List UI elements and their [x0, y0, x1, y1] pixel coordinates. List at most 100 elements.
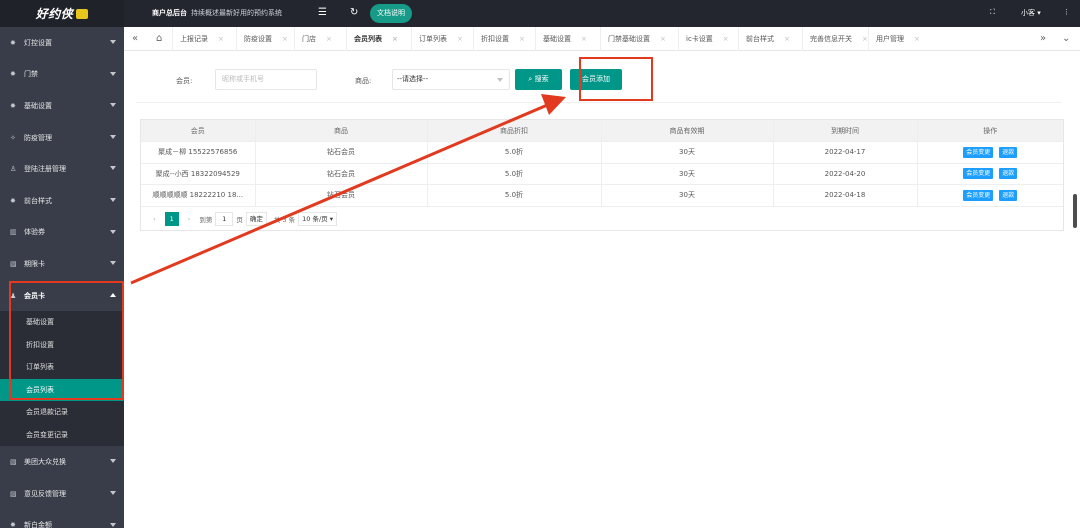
sidebar-item-label: 前台样式 — [24, 196, 52, 205]
highlight-add-button — [579, 57, 653, 101]
tab-item[interactable]: 门禁基础设置 × — [608, 27, 666, 51]
column-header: 商品有效期 — [601, 120, 774, 142]
main-content: 会员: 昵称或手机号 商品: --请选择-- ⌕ 搜索 会员添加 会员 商品 商品折… — [124, 51, 1080, 528]
member-change-button[interactable]: 会员变更 — [963, 168, 994, 180]
table-row: 聚成--小西 18322094529 钻石会员 5.0折 30天 2022-04-20 会… — [141, 163, 1063, 185]
table-row: 顺顺顺顺顺 18222210 18... 钻石会员 5.0折 30天 2022-04-1… — [141, 184, 1063, 207]
more-icon[interactable]: ⋮ — [1063, 8, 1070, 16]
logo: 好约侠 — [0, 0, 124, 27]
close-icon[interactable]: × — [392, 35, 398, 43]
tab-item[interactable]: 用户管理 × — [876, 27, 920, 51]
menu-icon: ▨ — [10, 489, 17, 498]
close-icon[interactable]: × — [581, 35, 587, 43]
sidebar-item[interactable]: ✸ 门禁 — [0, 59, 124, 91]
tab-scroll-right-icon[interactable]: » — [1040, 27, 1046, 51]
close-icon[interactable]: × — [784, 35, 790, 43]
tab-divider — [411, 27, 412, 51]
menu-icon: ✸ — [10, 521, 16, 528]
refund-button[interactable]: 退款 — [999, 168, 1018, 180]
user-name: 小客 — [1021, 9, 1035, 17]
close-icon[interactable]: × — [660, 35, 666, 43]
sidebar-item[interactable]: ✸ 基础设置 — [0, 90, 124, 122]
sidebar-item[interactable]: ✧ 防疫管理 — [0, 122, 124, 154]
tab-item[interactable]: 订单列表 × — [419, 27, 463, 51]
goto-page-input[interactable]: 1 — [215, 212, 234, 226]
tab-item[interactable]: 防疫设置 × — [244, 27, 288, 51]
column-header: 到期时间 — [773, 120, 918, 142]
sidebar-item-label: 防疫管理 — [24, 133, 52, 142]
menu-icon: ✸ — [10, 196, 16, 205]
fullscreen-icon[interactable]: ⛶ — [990, 8, 995, 17]
tab-item[interactable]: 基础设置 × — [543, 27, 587, 51]
column-header: 会员 — [141, 120, 256, 142]
close-icon[interactable]: × — [519, 35, 525, 43]
merchant-title: 商户总后台 持续概述最新好用的预约系统 — [152, 8, 282, 18]
chevron-icon — [110, 103, 116, 108]
prev-page-icon[interactable]: ‹ — [148, 212, 161, 226]
search-button[interactable]: ⌕ 搜索 — [515, 69, 562, 90]
tab-label: 防疫设置 — [244, 35, 272, 43]
sidebar-item[interactable]: ♙ 登陆注册管理 — [0, 153, 124, 185]
tab-item[interactable]: 完善信息开关 × — [810, 27, 868, 51]
member-change-button[interactable]: 会员变更 — [963, 146, 994, 158]
cell-actions: 会员变更 退款 — [917, 163, 1063, 185]
refresh-icon[interactable]: ↻ — [350, 7, 358, 19]
goto-confirm-button[interactable]: 确定 — [245, 212, 267, 226]
menu-fold-icon[interactable]: ☰ — [318, 7, 327, 19]
sidebar-item[interactable]: ▥ 体验券 — [0, 217, 124, 249]
close-icon[interactable]: × — [326, 35, 332, 43]
close-icon[interactable]: × — [457, 35, 463, 43]
tab-item[interactable]: 折扣设置 × — [481, 27, 525, 51]
close-icon[interactable]: × — [914, 35, 920, 43]
page-scrollbar[interactable] — [1073, 194, 1077, 228]
column-header: 操作 — [917, 120, 1063, 142]
chevron-icon — [110, 261, 116, 266]
submenu-item[interactable]: 会员变更记录 — [0, 424, 124, 447]
tab-item[interactable]: 上报记录 × — [180, 27, 224, 51]
total-count: 共 3 条 — [273, 216, 296, 224]
highlight-member-menu — [9, 281, 124, 400]
page-unit: 页 — [236, 216, 243, 224]
tab-scroll-left-icon[interactable]: « — [132, 27, 138, 51]
sidebar-item-label: 美团大众兑换 — [24, 458, 66, 467]
sidebar-item-label: 体验券 — [24, 228, 45, 237]
search-button-label: 搜索 — [534, 75, 549, 83]
refund-button[interactable]: 退款 — [999, 189, 1018, 201]
menu-icon: ▧ — [10, 259, 17, 268]
cell-actions: 会员变更 退款 — [917, 184, 1063, 207]
sidebar-item[interactable]: ▧ 美团大众兑换 — [0, 446, 124, 478]
close-icon[interactable]: × — [218, 35, 224, 43]
tab-divider — [535, 27, 536, 51]
tab-item[interactable]: ic卡设置 × — [686, 27, 729, 51]
goto-label: 到第 — [199, 216, 213, 224]
sidebar-item[interactable]: ▧ 期限卡 — [0, 248, 124, 280]
sidebar-item[interactable]: ✸ 灯控设置 — [0, 27, 124, 59]
next-page-icon[interactable]: › — [183, 212, 196, 226]
page-current[interactable]: 1 — [164, 212, 179, 226]
submenu-item[interactable]: 会员退款记录 — [0, 401, 124, 424]
sidebar-item[interactable]: ✸ 新白金额 — [0, 510, 124, 528]
cell-actions: 会员变更 退款 — [917, 141, 1063, 164]
doc-button[interactable]: 文档说明 — [370, 4, 412, 23]
user-menu[interactable]: 小客 ▾ — [1021, 8, 1041, 18]
cell-validity: 30天 — [601, 163, 774, 185]
product-select[interactable]: --请选择-- — [392, 69, 510, 90]
page-size-select[interactable]: 10 条/页 ▾ — [298, 212, 338, 226]
tab-item[interactable]: 前台样式 × — [746, 27, 790, 51]
cell-validity: 30天 — [601, 141, 774, 164]
menu-icon: ♙ — [10, 165, 17, 174]
close-icon[interactable]: × — [862, 35, 868, 43]
tab-label: 折扣设置 — [481, 35, 509, 43]
sidebar-item[interactable]: ✸ 前台样式 — [0, 185, 124, 217]
home-tab-icon[interactable]: ⌂ — [156, 27, 162, 51]
member-search-input[interactable]: 昵称或手机号 — [215, 69, 317, 90]
tab-item[interactable]: 会员列表 × — [354, 27, 398, 51]
tab-item[interactable]: 门店 × — [302, 27, 332, 51]
close-icon[interactable]: × — [282, 35, 288, 43]
tab-menu-icon[interactable]: ⌄ — [1062, 27, 1070, 51]
refund-button[interactable]: 退款 — [999, 146, 1018, 158]
member-change-button[interactable]: 会员变更 — [963, 189, 994, 201]
tab-divider — [172, 27, 173, 51]
close-icon[interactable]: × — [723, 35, 729, 43]
sidebar-item[interactable]: ▨ 意见反馈管理 — [0, 478, 124, 510]
